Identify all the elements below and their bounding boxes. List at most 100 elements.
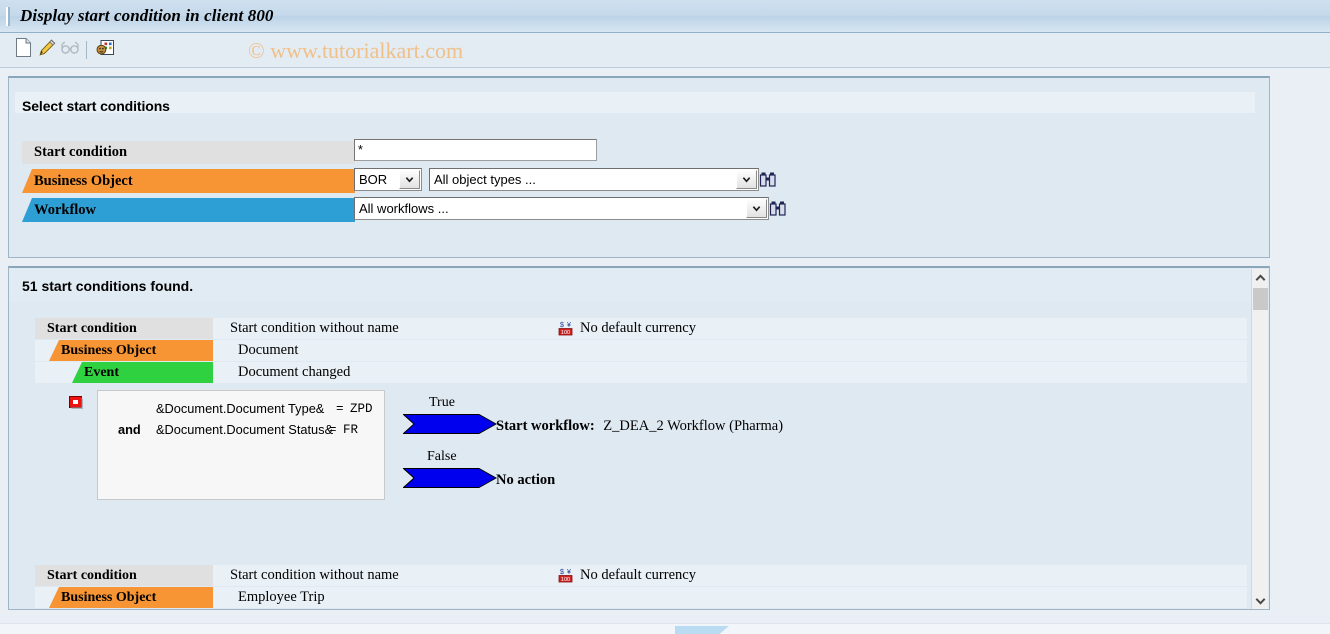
simulate-event-button[interactable] (93, 38, 117, 62)
entry1-label-business-object: Business Object (49, 340, 213, 361)
entry1-cond-val-1: ZPD (350, 402, 373, 416)
pencil-icon (38, 38, 56, 62)
entry1-branch-false-label: False (427, 449, 457, 464)
select-start-conditions-panel: Select start conditions Start condition … (8, 76, 1270, 258)
label-business-object: Business Object (22, 169, 355, 193)
chevron-down-icon (742, 177, 751, 183)
binoculars-icon (769, 201, 786, 216)
currency-icon: 100 $ ¥ (558, 322, 573, 336)
entry1-branch-true-action: Start workflow: Z_DEA_2 Workflow (Pharma… (496, 418, 783, 435)
title-grip (6, 7, 10, 26)
business-object-type-select[interactable]: BOR (354, 168, 422, 191)
entry1-label-event: Event (72, 362, 213, 383)
document-icon (15, 38, 32, 62)
entry1-business-object-value: Document (238, 342, 299, 358)
display-button (59, 38, 83, 62)
chevron-down-icon (1255, 597, 1266, 605)
entry1-event-value: Document changed (238, 364, 351, 380)
business-object-value: All object types ... (434, 172, 536, 187)
entry1-status-icon-wrap (69, 396, 84, 415)
event-simulation-icon (96, 39, 115, 62)
entry2-row2-band (35, 587, 1247, 608)
business-object-arrow[interactable] (736, 170, 757, 189)
entry2-label-start-condition: Start condition (35, 565, 213, 586)
entry1-branch-false-action: No action (496, 472, 555, 489)
svg-text:100: 100 (561, 577, 570, 583)
site-watermark: © www.tutorialkart.com (248, 38, 464, 63)
results-count-label: 51 start conditions found. (22, 278, 194, 294)
change-button[interactable] (35, 38, 59, 62)
chevron-down-icon (752, 206, 761, 212)
entry1-branch-true-label: True (429, 395, 455, 410)
entry2-start-condition-value: Start condition without name (230, 567, 399, 583)
right-arrow-icon (402, 414, 498, 434)
scroll-thumb[interactable] (1253, 288, 1268, 310)
svg-text:¥: ¥ (567, 569, 571, 576)
workflow-select[interactable]: All workflows ... (354, 197, 769, 220)
entry1-cond-cmp-2: = (329, 423, 337, 437)
panel-title: Select start conditions (22, 98, 170, 114)
entry1-label-start-condition-text: Start condition (47, 320, 137, 336)
label-business-object-text: Business Object (34, 172, 133, 189)
sap-window: Display start condition in client 800 © … (0, 0, 1330, 634)
scroll-up-button[interactable] (1252, 269, 1269, 286)
svg-text:100: 100 (561, 330, 570, 336)
scroll-down-button[interactable] (1252, 592, 1269, 609)
label-workflow: Workflow (22, 198, 355, 222)
entry2-label-business-object: Business Object (49, 587, 213, 608)
window-title-bar: Display start condition in client 800 (0, 0, 1330, 33)
label-start-condition-text: Start condition (34, 144, 128, 160)
entry1-cond-expr-2: &Document.Document Status& (156, 422, 334, 437)
entry1-cond-val-2: FR (343, 423, 359, 437)
business-object-type-value: BOR (359, 172, 388, 187)
create-button[interactable] (11, 38, 35, 62)
entry1-label-business-object-text: Business Object (61, 342, 157, 358)
results-panel: 51 start conditions found. Start conditi… (8, 266, 1270, 610)
entry1-branch-true-arrow (402, 414, 498, 434)
label-workflow-text: Workflow (34, 201, 97, 218)
content-area: Select start conditions Start condition … (8, 76, 1270, 610)
workflow-value: All workflows ... (359, 201, 449, 216)
entry1-currency-icon-wrap: 100 $ ¥ (557, 320, 574, 341)
entry2-business-object-value: Employee Trip (238, 589, 325, 605)
entry1-branch-true-action-value: Z_DEA_2 Workflow (Pharma) (603, 418, 784, 434)
binoculars-icon (759, 172, 776, 187)
workflow-arrow[interactable] (746, 199, 767, 218)
chevron-down-icon (405, 177, 414, 183)
currency-icon: 100 $ ¥ (558, 569, 573, 583)
start-condition-input[interactable] (354, 139, 597, 161)
entry1-label-start-condition: Start condition (35, 318, 213, 339)
entry2-currency-text: No default currency (580, 567, 696, 583)
status-bar (0, 623, 1330, 634)
entry1-label-event-text: Event (84, 364, 119, 380)
entry1-cond-cmp-1: = (336, 402, 344, 416)
entry2-label-business-object-text: Business Object (61, 589, 157, 605)
business-object-select[interactable]: All object types ... (429, 168, 759, 191)
entry1-cond-expr-1: &Document.Document Type& (156, 401, 325, 416)
svg-text:¥: ¥ (567, 322, 571, 329)
glasses-icon (61, 41, 81, 60)
page-title: Display start condition in client 800 (20, 6, 274, 25)
entry1-row2-band (35, 340, 1247, 361)
application-toolbar (0, 33, 1330, 68)
svg-text:$: $ (560, 322, 564, 329)
results-vertical-scrollbar[interactable] (1251, 269, 1268, 609)
entry1-currency-text: No default currency (580, 320, 696, 336)
entry1-start-condition-value: Start condition without name (230, 320, 399, 336)
panel-header-band (15, 92, 1255, 113)
entry2-currency-icon-wrap: 100 $ ¥ (557, 567, 574, 588)
sap-logo (675, 626, 729, 634)
red-stop-icon (69, 396, 83, 409)
chevron-up-icon (1255, 273, 1266, 281)
results-header-band (9, 268, 1252, 302)
business-object-type-arrow[interactable] (399, 170, 420, 189)
entry1-branch-true-action-prefix: Start workflow: (496, 418, 595, 434)
business-object-search-button[interactable] (759, 171, 777, 189)
toolbar-separator (86, 41, 87, 59)
entry2-label-start-condition-text: Start condition (47, 567, 137, 583)
entry1-cond-operator-2: and (118, 422, 141, 437)
workflow-search-button[interactable] (769, 200, 787, 218)
entry1-branch-false-arrow (402, 468, 498, 488)
entry1-row3-band (35, 362, 1247, 383)
entry1-condition-box: &Document.Document Type& = ZPD and &Docu… (97, 390, 385, 500)
